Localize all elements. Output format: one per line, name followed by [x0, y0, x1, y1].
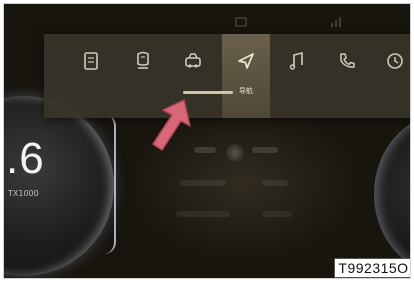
- signal-icon: [329, 14, 343, 28]
- menu-item-media[interactable]: [274, 34, 320, 118]
- app-menu-bar: 导航: [44, 34, 410, 118]
- menu-item-label: 导航: [239, 87, 253, 95]
- blurred-text: [262, 180, 288, 186]
- right-gauge: [374, 114, 410, 274]
- gauge-value: .6: [6, 134, 45, 183]
- menu-item-document[interactable]: [68, 34, 114, 118]
- blurred-text: [176, 211, 230, 217]
- menu-item-phone[interactable]: [324, 34, 370, 118]
- music-note-icon: [286, 50, 308, 72]
- seat-icon: [132, 50, 154, 72]
- blurred-text: [180, 180, 226, 186]
- pointer-arrow: [152, 99, 191, 151]
- status-icon: [234, 14, 248, 28]
- menu-item-navigation[interactable]: 导航: [222, 34, 270, 118]
- blurred-text: [262, 211, 292, 217]
- instrument-cluster-screen: .6 TX1000 导航 T992315O: [3, 3, 411, 279]
- active-indicator: [183, 91, 233, 94]
- car-icon: [182, 50, 204, 72]
- history-icon: [384, 50, 406, 72]
- phone-icon: [336, 50, 358, 72]
- center-disc: [226, 144, 244, 162]
- navigation-arrow-icon: [235, 50, 257, 72]
- blurred-text: [252, 147, 278, 153]
- left-gauge: [4, 96, 116, 276]
- figure-code: T992315O: [334, 258, 410, 278]
- gauge-sub-label: TX1000: [8, 189, 39, 198]
- menu-item-history[interactable]: [372, 34, 410, 118]
- blurred-text: [194, 147, 216, 153]
- document-icon: [80, 50, 102, 72]
